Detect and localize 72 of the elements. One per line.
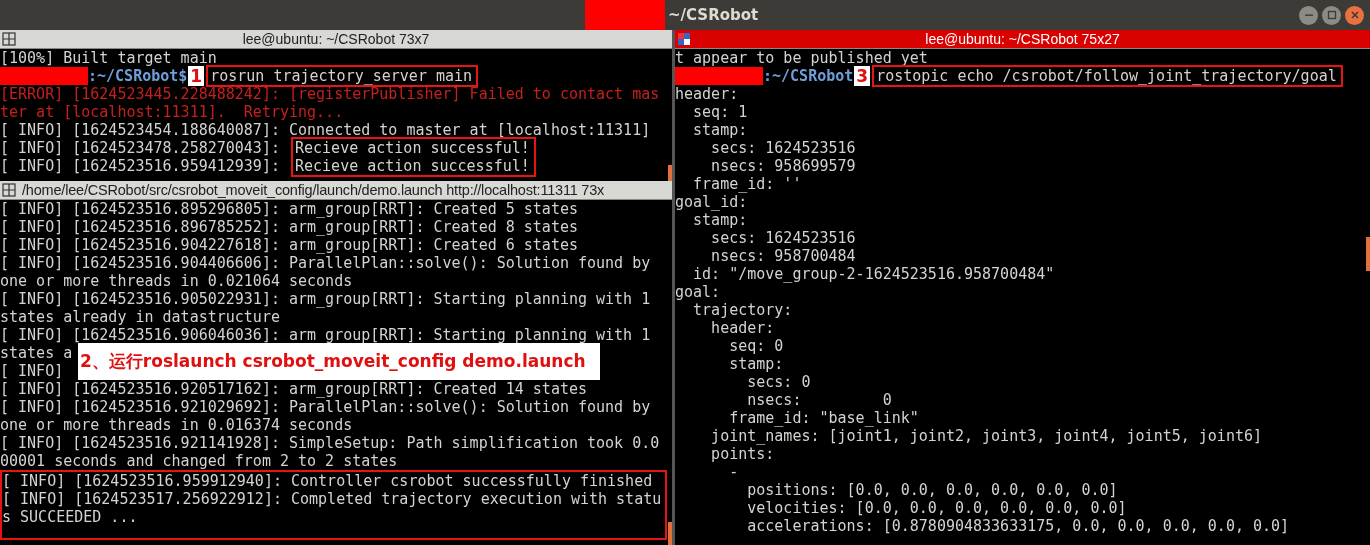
log-line: goal: (675, 283, 721, 301)
log-line: [ INFO] [1624523516.896785252]: arm_group[RRT]: Created 8 states (0, 218, 578, 236)
log-line: joint_names: [joint1, joint2, joint3, joint4, joint5, joint6] (710, 427, 1262, 445)
log-line: accelerations: [0.8780904833633175, 0.0, 0.0, 0.0, 0.0, 0.0] (746, 517, 1290, 535)
log-line: secs: 0 (746, 373, 811, 391)
log-line: secs: 1624523516 (710, 139, 856, 157)
log-line: one or more threads in 0.016374 seconds (0, 416, 353, 434)
log-line: secs: 1624523516 (710, 229, 856, 247)
log-line: positions: [0.0, 0.0, 0.0, 0.0, 0.0, 0.0] (746, 481, 1118, 499)
step-number: 1 (188, 66, 205, 86)
log-line: [ INFO] [1624523516.905022931]: arm_group[RRT]: Starting planning with 1 (0, 290, 651, 308)
scrollbar-thumb[interactable] (1366, 237, 1370, 271)
log-line: frame_id: '' (692, 175, 802, 193)
log-line: [ INFO] [1624523478.258270043]: (0, 139, 281, 157)
log-line: stamp: (728, 355, 784, 373)
log-line: stamp: (692, 121, 748, 139)
maximize-button[interactable] (1322, 5, 1341, 25)
log-line: [ INFO] [1624523516.904227618]: arm_group[RRT]: Created 6 states (0, 236, 578, 254)
prompt-text: :~/CSRobot$ (88, 67, 188, 85)
prompt-text: :~/CSRobot (763, 67, 854, 85)
log-line: [ INFO] [1624523516.959912940]: Controller csrobot successfully finished (2, 472, 653, 490)
log-line: header: (710, 319, 775, 337)
log-line: - (728, 463, 739, 481)
log-line: [ INFO] [1624523516.959412939]: (0, 157, 281, 175)
maximize-icon (1326, 10, 1337, 20)
grid-icon (2, 183, 16, 197)
log-line: seq: 0 (728, 337, 784, 355)
log-line: [ INFO] (0, 362, 64, 380)
log-line: [ERROR] [1624523445.228488242]: [registerPublisher] Failed to contact mas (0, 85, 660, 103)
pane-title: lee@ubuntu: ~/CSRobot 75x27 (924, 31, 1121, 47)
log-line: [ INFO] [1624523516.895296805]: arm_group[RRT]: Created 5 states (0, 200, 578, 218)
log-line: Recieve action successful! (295, 157, 530, 175)
log-line: s SUCCEEDED ... (2, 508, 138, 526)
close-button[interactable] (1345, 5, 1364, 25)
step-number: 3 (854, 66, 871, 86)
log-line: [ INFO] [1624523516.921029692]: ParallelPlan::solve(): Solution found by (0, 398, 651, 416)
log-line: goal_id: (675, 193, 748, 211)
log-line: nsecs: 958700484 (710, 247, 856, 265)
log-line: [ INFO] [1624523516.906046036]: arm_group[RRT]: Starting planning with 1 (0, 326, 651, 344)
log-line: nsecs: 0 (746, 391, 892, 409)
pane-title: /home/lee/CSRobot/src/csrobot_moveit_config/launch/demo.launch http://localhost:11311 73x (22, 182, 606, 198)
log-line: rostopic echo /csrobot/follow_joint_trajectory/goal (876, 67, 1337, 85)
log-line: points: (710, 445, 775, 463)
log-line: trajectory: (692, 301, 793, 319)
log-line: rosrun trajectory_server main (210, 67, 473, 85)
log-line: states already in datastructure (0, 308, 280, 326)
minimize-button[interactable] (1299, 5, 1318, 25)
log-line: [100%] Built target main (0, 49, 217, 67)
log-line: ter at [localhost:11311]. Retrying... (0, 103, 344, 121)
log-line: velocities: [0.0, 0.0, 0.0, 0.0, 0.0, 0.0] (746, 499, 1127, 517)
log-line: one or more threads in 0.021064 seconds (0, 272, 353, 290)
log-line: Recieve action successful! (295, 139, 530, 157)
log-line: [ INFO] [1624523516.920517162]: arm_group[RRT]: Created 14 states (0, 380, 587, 398)
log-line: frame_id: "base_link" (728, 409, 919, 427)
window-title: ~/CSRobot (668, 6, 759, 24)
log-line: [ INFO] [1624523517.256922912]: Completed trajectory execution with statu (2, 490, 662, 508)
log-line: 00001 seconds and changed from 2 to 2 states (0, 452, 398, 470)
step-caption: 2、运行roslaunch csrobot_moveit_config demo.launch (78, 343, 600, 380)
log-line: [ INFO] [1624523454.188640087]: Connected to master at [localhost:11311] (0, 121, 651, 139)
log-line: t appear to be published yet (675, 49, 928, 67)
log-line: [ INFO] [1624523516.904406606]: ParallelPlan::solve(): Solution found by (0, 254, 651, 272)
log-line: header: (675, 85, 739, 103)
grid-icon (677, 32, 691, 46)
log-line: stamp: (692, 211, 748, 229)
grid-icon (2, 32, 16, 46)
pane-title: lee@ubuntu: ~/CSRobot 73x7 (241, 31, 431, 47)
log-line: seq: 1 (692, 103, 748, 121)
log-line: [ INFO] [1624523516.921141928]: SimpleSetup: Path simplification took 0.0 (0, 434, 660, 452)
log-line: states a (0, 344, 73, 362)
log-line: id: "/move_group-2-1624523516.958700484" (692, 265, 1055, 283)
log-line: nsecs: 958699579 (710, 157, 856, 175)
close-icon (1349, 10, 1360, 20)
